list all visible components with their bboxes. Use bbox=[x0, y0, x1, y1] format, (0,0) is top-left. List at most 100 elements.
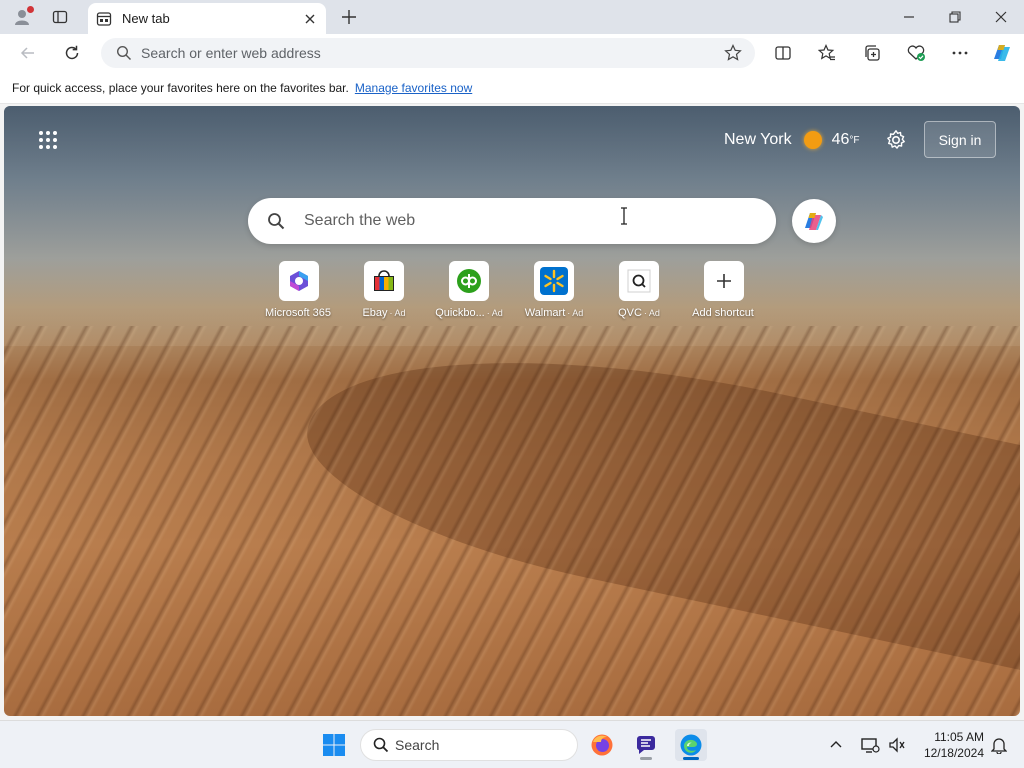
minimize-icon bbox=[904, 16, 914, 18]
shortcut-label: Ebay · Ad bbox=[362, 307, 406, 319]
web-search-box[interactable]: Search the web bbox=[248, 198, 776, 244]
back-arrow-icon bbox=[20, 47, 34, 59]
shortcut-walmart[interactable]: Walmart · Ad bbox=[509, 261, 599, 323]
minimize-button[interactable] bbox=[894, 2, 924, 32]
add-favorite-button[interactable] bbox=[717, 38, 749, 68]
favorites-icon bbox=[818, 44, 835, 61]
walmart-icon bbox=[540, 267, 568, 295]
shortcut-qvc[interactable]: QVC · Ad bbox=[594, 261, 684, 323]
start-button[interactable] bbox=[318, 729, 350, 761]
active-indicator bbox=[683, 757, 699, 760]
notification-dot bbox=[27, 6, 34, 13]
tab-actions-icon bbox=[52, 10, 68, 24]
taskbar-firefox[interactable] bbox=[586, 729, 618, 761]
shortcut-label: Microsoft 365 bbox=[264, 307, 332, 319]
new-tab-page: New York 46 °F Sign in Search the web Mi… bbox=[4, 106, 1020, 716]
shortcut-label: Add shortcut bbox=[692, 307, 754, 319]
browser-essentials-icon bbox=[907, 45, 925, 61]
windows-start-icon bbox=[323, 734, 345, 756]
weather-widget[interactable]: New York 46 °F bbox=[724, 128, 860, 152]
close-window-button[interactable] bbox=[986, 2, 1016, 32]
browser-essentials-button[interactable] bbox=[901, 39, 931, 67]
page-settings-button[interactable] bbox=[882, 126, 910, 154]
gear-icon bbox=[887, 130, 905, 149]
settings-and-more-button[interactable] bbox=[945, 39, 975, 67]
chevron-up-icon bbox=[830, 741, 842, 748]
plus-icon bbox=[342, 10, 356, 24]
shortcut-microsoft-365[interactable]: Microsoft 365 bbox=[254, 261, 344, 323]
close-icon bbox=[995, 11, 1007, 23]
notification-bell-icon bbox=[991, 738, 1007, 754]
address-bar[interactable]: Search or enter web address bbox=[101, 38, 755, 68]
taskbar: Search 11:05 AM 12/18/2024 bbox=[0, 720, 1024, 768]
shortcuts-row: Microsoft 365 Ebay · Ad Quickbo... · Ad … bbox=[256, 261, 776, 325]
add-shortcut-button[interactable]: Add shortcut bbox=[679, 261, 769, 323]
sign-in-button[interactable]: Sign in bbox=[924, 121, 996, 158]
shortcut-tile bbox=[449, 261, 489, 301]
search-icon bbox=[373, 737, 389, 753]
navigation-toolbar: Search or enter web address bbox=[0, 34, 1024, 72]
search-icon bbox=[107, 38, 141, 68]
system-clock[interactable]: 11:05 AM 12/18/2024 bbox=[912, 729, 984, 761]
profile-button[interactable] bbox=[8, 4, 36, 30]
shortcut-quickbooks[interactable]: Quickbo... · Ad bbox=[424, 261, 514, 323]
manage-favorites-link[interactable]: Manage favorites now bbox=[355, 81, 472, 95]
shortcut-tile bbox=[704, 261, 744, 301]
tab-close-button[interactable] bbox=[298, 7, 322, 31]
address-input[interactable]: Search or enter web address bbox=[141, 45, 717, 61]
weather-city: New York bbox=[724, 131, 792, 148]
close-icon bbox=[305, 14, 315, 23]
network-icon bbox=[861, 738, 880, 753]
taskbar-edge[interactable] bbox=[675, 729, 707, 761]
taskbar-search-label: Search bbox=[395, 737, 440, 753]
tab-actions-button[interactable] bbox=[46, 4, 74, 30]
shortcut-tile bbox=[279, 261, 319, 301]
shortcut-ebay[interactable]: Ebay · Ad bbox=[339, 261, 429, 323]
show-hidden-icons-button[interactable] bbox=[822, 729, 850, 761]
shortcut-tile bbox=[534, 261, 574, 301]
copilot-icon bbox=[805, 213, 823, 230]
shortcut-label: Walmart · Ad bbox=[524, 307, 584, 319]
tab-new-tab[interactable]: New tab bbox=[88, 3, 326, 34]
split-screen-button[interactable] bbox=[768, 39, 798, 67]
web-search-input[interactable]: Search the web bbox=[304, 212, 415, 230]
newtab-page-icon bbox=[96, 11, 112, 26]
weather-temperature: 46 bbox=[831, 131, 850, 148]
copilot-icon bbox=[994, 45, 1010, 61]
notifications-button[interactable] bbox=[985, 729, 1013, 761]
taskbar-app[interactable] bbox=[630, 729, 662, 761]
shortcut-label: QVC · Ad bbox=[618, 307, 660, 319]
system-tray-device-icon[interactable] bbox=[856, 729, 884, 761]
back-button[interactable] bbox=[14, 39, 42, 67]
apps-launcher-button[interactable] bbox=[34, 126, 62, 154]
favorites-bar-message: For quick access, place your favorites h… bbox=[12, 80, 349, 95]
new-tab-button[interactable] bbox=[336, 4, 362, 30]
copilot-sidebar-button[interactable] bbox=[987, 39, 1017, 67]
qvc-icon bbox=[627, 269, 651, 293]
edge-icon bbox=[680, 734, 702, 756]
app-icon bbox=[636, 736, 655, 754]
weather-unit: °F bbox=[849, 134, 860, 146]
search-icon bbox=[248, 198, 304, 244]
title-bar: New tab bbox=[0, 0, 1024, 34]
microsoft-365-icon bbox=[290, 271, 308, 291]
taskbar-search[interactable]: Search bbox=[360, 729, 578, 761]
text-cursor-icon bbox=[620, 207, 628, 225]
star-icon bbox=[724, 44, 742, 61]
shortcut-tile bbox=[619, 261, 659, 301]
favorites-button[interactable] bbox=[812, 39, 842, 67]
more-icon bbox=[952, 51, 968, 55]
shortcut-label: Quickbo... · Ad bbox=[435, 307, 503, 319]
collections-button[interactable] bbox=[857, 39, 887, 67]
running-indicator bbox=[640, 757, 652, 760]
copilot-button[interactable] bbox=[792, 199, 836, 243]
restore-button[interactable] bbox=[940, 2, 970, 32]
system-tray-sound-icon[interactable] bbox=[884, 729, 910, 761]
refresh-button[interactable] bbox=[58, 39, 86, 67]
clock-time: 11:05 AM bbox=[934, 730, 984, 744]
apps-grid-icon bbox=[39, 131, 57, 149]
sun-icon bbox=[803, 131, 822, 149]
split-screen-icon bbox=[775, 46, 791, 60]
favorites-bar: For quick access, place your favorites h… bbox=[0, 72, 1024, 104]
quickbooks-icon bbox=[457, 269, 481, 293]
